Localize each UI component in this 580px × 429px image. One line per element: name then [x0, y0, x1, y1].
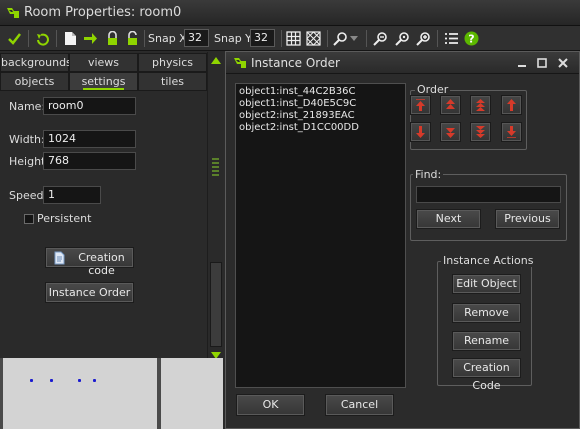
move-down-icon	[446, 128, 455, 138]
room-canvas[interactable]	[3, 358, 157, 429]
find-label: Find:	[413, 168, 444, 181]
svg-text:?: ?	[468, 33, 474, 46]
zoom-in-icon[interactable]	[415, 30, 432, 47]
persistent-label: Persistent	[37, 212, 92, 225]
move-down-more-button[interactable]	[470, 122, 491, 142]
creation-code-button[interactable]: Creation code	[45, 247, 134, 277]
gamemaker-logo-icon	[5, 5, 21, 21]
move-up-more-icon	[476, 99, 485, 111]
instance-list[interactable]: object1:inst_44C2B36C object1:inst_D40E5…	[235, 83, 406, 388]
move-up-one-icon	[507, 99, 516, 111]
scroll-up-arrow-icon[interactable]	[211, 54, 221, 67]
room-settings-panel: backgrounds views physics objects settin…	[0, 52, 207, 358]
room-height-input[interactable]: 768	[43, 152, 136, 170]
scroll-grip[interactable]	[210, 157, 221, 177]
maximize-icon[interactable]	[534, 56, 550, 70]
instance-marker[interactable]	[30, 379, 33, 382]
undo-icon[interactable]	[34, 30, 51, 47]
name-label: Name:	[9, 100, 46, 113]
rename-button[interactable]: Rename	[452, 331, 521, 351]
confirm-check-icon[interactable]	[6, 30, 23, 47]
snap-y-label: Snap Y:	[214, 32, 255, 45]
move-down-button[interactable]	[440, 122, 461, 142]
move-up-icon	[446, 99, 455, 109]
find-previous-button[interactable]: Previous	[495, 209, 560, 229]
move-to-bottom-button[interactable]	[501, 122, 522, 142]
list-icon[interactable]	[443, 30, 460, 47]
list-item[interactable]: object1:inst_44C2B36C	[239, 86, 402, 98]
move-down-one-icon	[416, 126, 425, 138]
instance-order-dialog: Instance Order object1:inst_44C2B36C obj…	[225, 51, 580, 429]
room-toolbar: Snap X: 32 Snap Y: 32 ?	[0, 26, 580, 51]
move-up-button[interactable]	[440, 95, 461, 115]
minimize-icon[interactable]	[514, 56, 530, 70]
left-panel-scrollbar[interactable]	[207, 52, 223, 359]
move-down-more-icon	[476, 126, 485, 138]
unlock-icon[interactable]	[124, 30, 141, 47]
lock-icon[interactable]	[104, 30, 121, 47]
shift-arrow-icon[interactable]	[82, 30, 99, 47]
scroll-thumb[interactable]	[210, 262, 222, 347]
find-group	[410, 174, 567, 241]
dropdown-arrow-icon[interactable]	[348, 30, 360, 47]
window-titlebar: Room Properties: room0	[0, 0, 580, 26]
speed-label: Speed:	[9, 189, 48, 202]
room-name-input[interactable]: room0	[43, 97, 136, 115]
move-to-top-button[interactable]	[410, 95, 431, 115]
document-icon	[54, 251, 65, 268]
new-page-icon[interactable]	[62, 30, 79, 47]
tab-settings[interactable]: settings	[69, 72, 138, 91]
grid-icon[interactable]	[285, 30, 302, 47]
move-up-one-button[interactable]	[501, 95, 522, 115]
edit-object-button[interactable]: Edit Object	[452, 274, 521, 294]
instance-marker[interactable]	[50, 379, 53, 382]
room-canvas-right	[161, 358, 223, 429]
dialog-titlebar: Instance Order	[226, 52, 579, 74]
instance-marker[interactable]	[93, 379, 96, 382]
room-speed-input[interactable]: 1	[43, 186, 101, 204]
list-item[interactable]: object2:inst_D1CC00DD	[239, 122, 402, 134]
room-preview[interactable]	[0, 358, 223, 429]
room-width-input[interactable]: 1024	[43, 130, 136, 148]
instance-actions-label: Instance Actions	[441, 254, 536, 267]
isometric-grid-icon[interactable]	[305, 30, 322, 47]
persistent-checkbox[interactable]	[24, 214, 34, 224]
gamemaker-logo-icon	[232, 56, 248, 70]
zoom-reset-icon[interactable]	[394, 30, 411, 47]
find-input[interactable]	[416, 186, 561, 203]
tab-views[interactable]: views	[69, 53, 138, 72]
instance-order-button[interactable]: Instance Order	[45, 282, 134, 303]
move-to-bottom-icon	[507, 126, 516, 138]
help-icon[interactable]: ?	[463, 30, 480, 47]
instance-marker[interactable]	[78, 379, 81, 382]
snap-y-input[interactable]: 32	[250, 29, 275, 47]
list-item[interactable]: object1:inst_D40E5C9C	[239, 98, 402, 110]
width-label: Width:	[9, 133, 45, 146]
creation-code-action-button[interactable]: Creation Code	[452, 358, 521, 392]
cancel-button[interactable]: Cancel	[325, 394, 394, 416]
close-icon[interactable]	[555, 56, 571, 70]
snap-x-input[interactable]: 32	[184, 29, 209, 47]
tab-physics[interactable]: physics	[138, 53, 207, 72]
ok-button[interactable]: OK	[236, 394, 305, 416]
find-next-button[interactable]: Next	[416, 209, 481, 229]
list-item[interactable]: object2:inst_21893EAC	[239, 110, 402, 122]
tab-objects[interactable]: objects	[0, 72, 69, 91]
creation-code-label: Creation code	[78, 251, 125, 277]
tab-backgrounds[interactable]: backgrounds	[0, 53, 72, 72]
window-title: Room Properties: room0	[24, 5, 182, 20]
tab-tiles[interactable]: tiles	[138, 72, 207, 91]
move-up-more-button[interactable]	[470, 95, 491, 115]
remove-button[interactable]: Remove	[452, 303, 521, 323]
move-to-top-icon	[416, 99, 425, 111]
move-down-one-button[interactable]	[410, 122, 431, 142]
zoom-out-icon[interactable]	[372, 30, 389, 47]
dialog-title: Instance Order	[251, 56, 340, 70]
zoom-tool-icon[interactable]	[332, 30, 349, 47]
